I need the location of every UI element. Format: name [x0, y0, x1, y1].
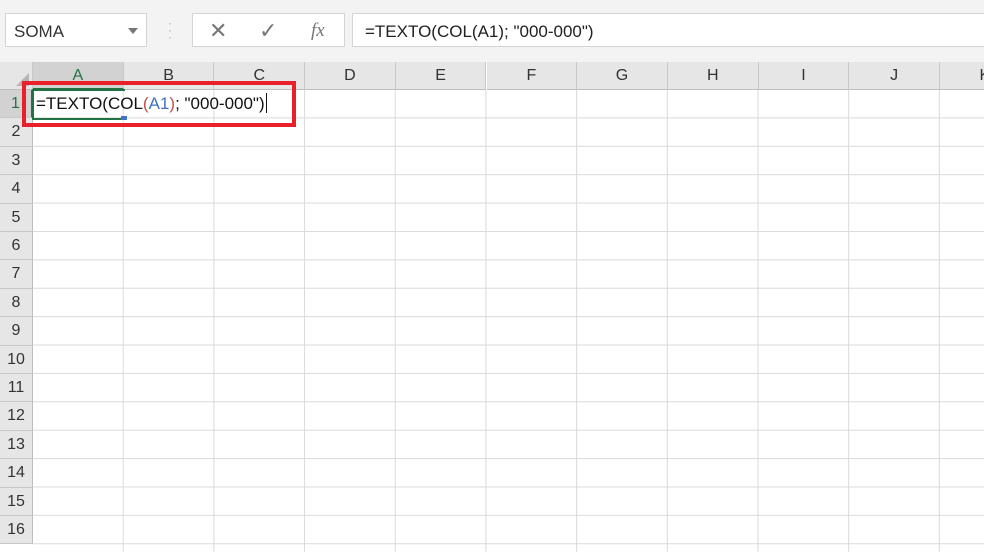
- formula-input[interactable]: =TEXTO(COL(A1); "000-000"): [352, 13, 984, 47]
- row-header-9[interactable]: 9: [0, 317, 33, 346]
- column-header-f[interactable]: F: [486, 62, 578, 90]
- name-box[interactable]: SOMA: [5, 13, 147, 47]
- row-header-11[interactable]: 11: [0, 374, 33, 403]
- column-header-j[interactable]: J: [849, 62, 940, 90]
- row-header-5[interactable]: 5: [0, 203, 33, 232]
- row-header-13[interactable]: 13: [0, 430, 33, 460]
- column-header-k[interactable]: K: [940, 62, 984, 90]
- row-header-3[interactable]: 3: [0, 146, 33, 176]
- row-header-4[interactable]: 4: [0, 175, 33, 204]
- column-header-e[interactable]: E: [395, 62, 487, 90]
- chevron-down-icon[interactable]: [128, 28, 138, 34]
- check-icon[interactable]: ✓: [259, 18, 277, 44]
- row-header-8[interactable]: 8: [0, 288, 33, 318]
- row-header-15[interactable]: 15: [0, 487, 33, 516]
- row-header-10[interactable]: 10: [0, 345, 33, 374]
- column-header-h[interactable]: H: [667, 62, 759, 90]
- column-header-g[interactable]: G: [577, 62, 668, 90]
- cancel-icon[interactable]: ✕: [209, 18, 227, 44]
- column-header-d[interactable]: D: [305, 62, 396, 90]
- insert-function-icon[interactable]: fx: [311, 20, 325, 42]
- column-header-i[interactable]: I: [758, 62, 850, 90]
- cell-grid[interactable]: [33, 90, 984, 552]
- formula-buttons: ✕ ✓ fx: [192, 13, 345, 47]
- row-header-6[interactable]: 6: [0, 232, 33, 261]
- row-header-14[interactable]: 14: [0, 459, 33, 488]
- row-header-16[interactable]: 16: [0, 516, 33, 545]
- row-header-7[interactable]: 7: [0, 260, 33, 289]
- highlight-box: [22, 81, 296, 127]
- row-header-12[interactable]: 12: [0, 402, 33, 431]
- drag-handle-icon[interactable]: · · ·: [168, 17, 172, 43]
- name-box-value: SOMA: [14, 22, 65, 41]
